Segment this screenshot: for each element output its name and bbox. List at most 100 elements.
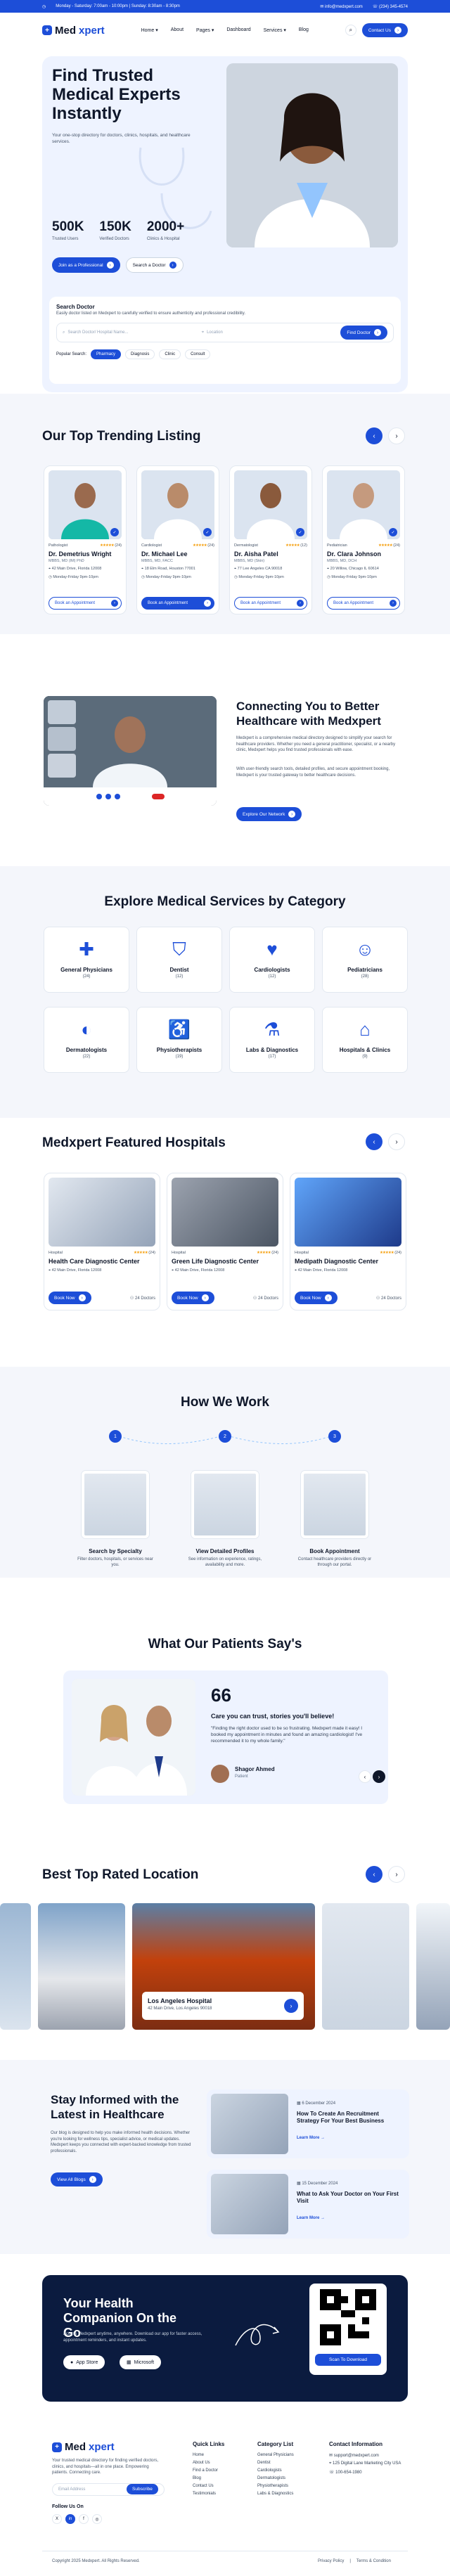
screen-share-icon[interactable]	[114, 794, 120, 799]
nav-home[interactable]: Home ▾	[141, 27, 158, 33]
search-doctor-button[interactable]: Search a Doctor ›	[125, 257, 184, 273]
hospital-card[interactable]: Hospital ★★★★★ (24) Medipath Diagnostic C…	[290, 1173, 406, 1310]
learn-more-link[interactable]: Learn More →	[297, 2136, 325, 2140]
quick-link-home[interactable]: Home	[193, 2453, 224, 2457]
x-twitter-icon[interactable]: X	[52, 2514, 62, 2524]
service-category-card[interactable]: ◐ Dermatologists (22)	[44, 1007, 129, 1073]
hospital-card[interactable]: Hospital ★★★★★ (24) Health Care Diagnosti…	[44, 1173, 160, 1310]
book-now-button[interactable]: Book Now ›	[295, 1292, 338, 1304]
service-category-card[interactable]: ♿ Physiotherapists (19)	[136, 1007, 222, 1073]
location-image-featured[interactable]: Los Angeles Hospital 42 Main Drive, Los …	[132, 1903, 315, 2030]
category-link[interactable]: Dermatologists	[257, 2476, 294, 2480]
learn-more-link[interactable]: Learn More →	[297, 2216, 325, 2220]
hero-section: Find Trusted Medical Experts Instantly Y…	[42, 56, 408, 392]
category-link[interactable]: General Physicians	[257, 2453, 294, 2457]
footer-address: ⌖ 125 Digital Lane Marketing City USA	[329, 2461, 401, 2466]
nav-blog[interactable]: Blog	[299, 27, 309, 33]
book-appointment-button[interactable]: Book an Appointment ›	[141, 597, 214, 610]
service-category-card[interactable]: ✚ General Physicians (24)	[44, 927, 129, 993]
quote-title: Care you can trust, stories you'll belie…	[211, 1713, 335, 1720]
subscribe-button[interactable]: Subscribe	[127, 2484, 158, 2494]
blog-card[interactable]: ▦ 6 December 2024 How To Create An Recru…	[207, 2089, 409, 2158]
category-link[interactable]: Physiotherapists	[257, 2484, 294, 2488]
apple-icon: ●	[70, 2359, 74, 2365]
view-all-blogs-button[interactable]: View All Blogs ›	[51, 2172, 103, 2187]
nav-pages[interactable]: Pages ▾	[196, 27, 214, 33]
hospitals-prev-button[interactable]: ‹	[366, 1133, 382, 1150]
clock-icon: ◷	[234, 575, 238, 579]
location-field[interactable]: ⌖ Location	[202, 330, 335, 335]
terms-link[interactable]: Terms & Condition	[356, 2559, 391, 2563]
mic-icon[interactable]	[96, 794, 102, 799]
category-link[interactable]: Cardiologists	[257, 2468, 294, 2473]
search-icon: ⌕	[63, 330, 65, 335]
doctor-card[interactable]: ✓ Pediatrician ★★★★★ (24) Dr. Clara Johns…	[322, 465, 405, 614]
camera-icon[interactable]	[105, 794, 111, 799]
facebook-icon[interactable]: f	[79, 2514, 89, 2524]
category-link[interactable]: Dentist	[257, 2461, 294, 2465]
app-desc: Access Medxpert anytime, anywhere. Downl…	[63, 2332, 202, 2343]
book-now-button[interactable]: Book Now ›	[172, 1292, 214, 1304]
search-icon[interactable]: ⌕	[345, 25, 356, 36]
footer-email[interactable]: ✉ support@medxpert.com	[329, 2453, 406, 2458]
linkedin-icon[interactable]: in	[65, 2514, 75, 2524]
testimonial-prev-button[interactable]: ‹	[359, 1770, 371, 1783]
privacy-policy-link[interactable]: Privacy Policy	[318, 2559, 344, 2563]
doctor-specialty: Pathologist	[49, 543, 68, 548]
end-call-icon[interactable]	[151, 794, 165, 799]
email-link[interactable]: ✉ info@medxpert.com	[320, 4, 362, 9]
doctor-card[interactable]: ✓ Cardiologist ★★★★★ (24) Dr. Michael Lee…	[136, 465, 219, 614]
service-category-card[interactable]: ♥ Cardiologists (12)	[229, 927, 315, 993]
logo[interactable]: + Med xpert	[42, 25, 105, 37]
blog-card[interactable]: ▦ 15 December 2024 What to Ask Your Doct…	[207, 2170, 409, 2239]
instagram-icon[interactable]: ◎	[92, 2514, 102, 2524]
find-doctor-button[interactable]: Find Doctor ›	[340, 326, 388, 340]
book-appointment-button[interactable]: Book an Appointment ›	[234, 597, 307, 610]
book-appointment-button[interactable]: Book an Appointment ›	[327, 597, 400, 610]
quick-link-contact[interactable]: Contact Us	[193, 2484, 224, 2488]
service-category-card[interactable]: ⌂ Hospitals & Clinics (9)	[322, 1007, 408, 1073]
quick-link-find-doctor[interactable]: Find a Doctor	[193, 2468, 224, 2473]
chip-clinic[interactable]: Clinic	[159, 349, 181, 359]
featured-location-card[interactable]: Los Angeles Hospital 42 Main Drive, Los …	[142, 1992, 304, 2020]
nav-dashboard[interactable]: Dashboard	[226, 27, 250, 33]
quick-link-about[interactable]: About Us	[193, 2461, 224, 2465]
scan-download-button[interactable]: Scan To Download	[315, 2354, 381, 2366]
footer-phone[interactable]: ☏ 100-654-1980	[329, 2470, 406, 2475]
microsoft-store-button[interactable]: ▦ Microsoft	[120, 2355, 162, 2369]
footer-logo[interactable]: + Med xpert	[52, 2441, 115, 2453]
service-name: Dermatologists	[65, 1047, 108, 1053]
service-category-card[interactable]: ☺ Pediatricians (28)	[322, 927, 408, 993]
name-search-field[interactable]: ⌕ Search Doctor/ Hospital Name...	[63, 330, 196, 335]
hospital-card[interactable]: Hospital ★★★★★ (24) Green Life Diagnostic…	[167, 1173, 283, 1310]
location-image-2	[38, 1903, 125, 2030]
doctor-card[interactable]: ✓ Dermatologist ★★★★★ (12) Dr. Aisha Pate…	[229, 465, 312, 614]
nav-about[interactable]: About	[171, 27, 184, 33]
hospitals-next-button[interactable]: ›	[388, 1133, 405, 1150]
chip-diagnosis[interactable]: Diagnosis	[125, 349, 155, 359]
service-category-card[interactable]: ⛉ Dentist (12)	[136, 927, 222, 993]
contact-us-button[interactable]: Contact Us ›	[361, 23, 408, 37]
app-store-button[interactable]: ● App Store	[63, 2355, 105, 2369]
trending-next-button[interactable]: ›	[388, 427, 405, 444]
main-nav: + Med xpert Home ▾ About Pages ▾ Dashboard…	[0, 13, 450, 48]
quick-link-blog[interactable]: Blog	[193, 2476, 224, 2480]
service-category-card[interactable]: ⚗ Labs & Diagnostics (17)	[229, 1007, 315, 1073]
explore-network-button[interactable]: Explore Our Network ›	[236, 807, 302, 821]
book-now-button[interactable]: Book Now ›	[49, 1292, 91, 1304]
blog-photo	[211, 2094, 288, 2154]
featured-location-go-button[interactable]: ›	[284, 1999, 298, 2013]
locations-next-button[interactable]: ›	[388, 1866, 405, 1883]
testimonial-next-button[interactable]: ›	[373, 1770, 385, 1783]
quick-link-testimonials[interactable]: Testimonials	[193, 2492, 224, 2496]
doctor-card[interactable]: ✓ Pathologist ★★★★★ (24) Dr. Demetrius Wr…	[44, 465, 127, 614]
trending-prev-button[interactable]: ‹	[366, 427, 382, 444]
phone-link[interactable]: ☏ (234) 345-4574	[373, 4, 408, 9]
chip-pharmacy[interactable]: Pharmacy	[91, 349, 122, 359]
book-appointment-button[interactable]: Book an Appointment ›	[49, 597, 122, 610]
category-link[interactable]: Labs & Diagnostics	[257, 2492, 294, 2496]
nav-services[interactable]: Services ▾	[264, 27, 286, 33]
chip-consult[interactable]: Consult	[185, 349, 211, 359]
locations-prev-button[interactable]: ‹	[366, 1866, 382, 1883]
join-professional-button[interactable]: Join as a Professional ›	[52, 257, 120, 273]
